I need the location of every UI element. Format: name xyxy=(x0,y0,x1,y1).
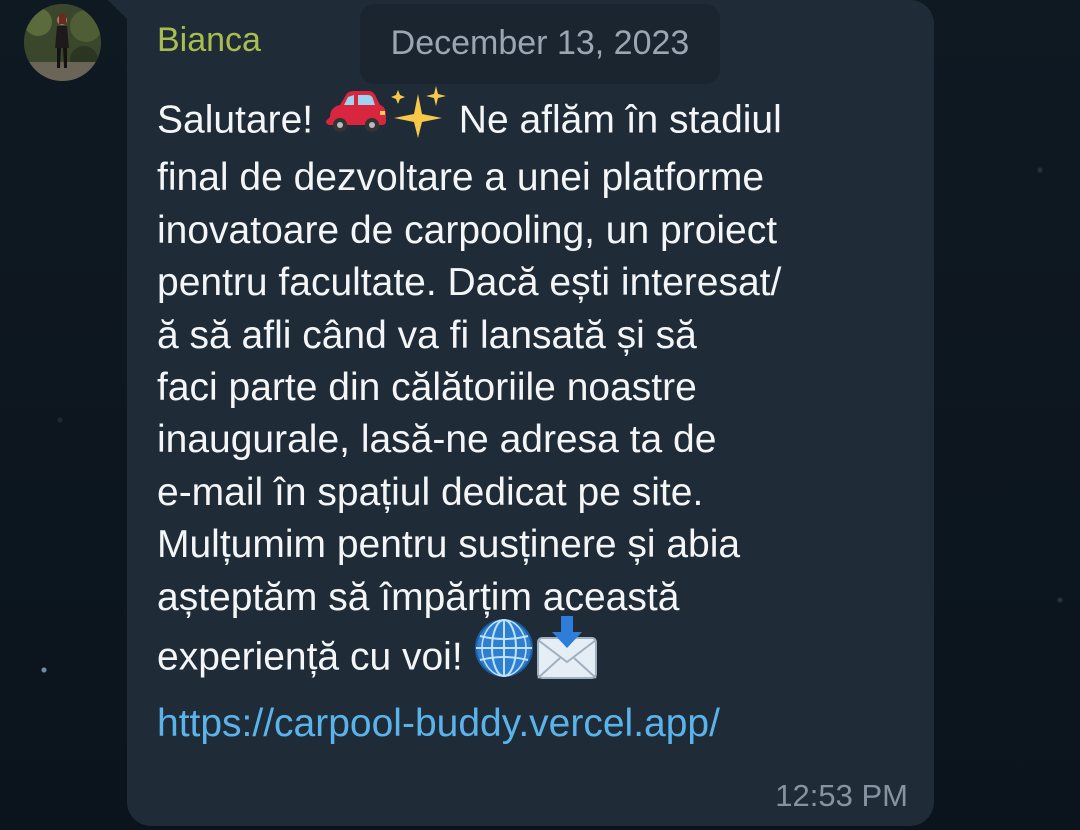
date-label: December 13, 2023 xyxy=(390,23,690,62)
message-line-last: experiență cu voi! xyxy=(157,616,917,694)
avatar-photo xyxy=(24,4,101,81)
message-line: e-mail în spațiul dedicat pe site. xyxy=(157,470,704,514)
message-line-1: Salutare! Ne aflăm în stadiul xyxy=(157,86,917,152)
message-line: Mulțumim pentru susținere și abia xyxy=(157,523,741,567)
globe-icon xyxy=(474,618,534,692)
message-timestamp: 12:53 PM xyxy=(775,778,908,813)
message-line: ă să afli când va fi lansată și să xyxy=(157,313,697,357)
message-link[interactable]: https://carpool-buddy.vercel.app/ xyxy=(157,698,917,750)
message-line-text: Salutare! xyxy=(157,98,314,142)
message-line: pentru facultate. Dacă ești interesat/ xyxy=(157,261,782,305)
avatar[interactable] xyxy=(24,4,101,81)
inbox-envelope-icon xyxy=(534,616,600,694)
message-line: inovatoare de carpooling, un proiect xyxy=(157,208,778,252)
message-line: inaugurale, lasă-ne adresa ta de xyxy=(157,418,717,462)
message-line: faci parte din călătoriile noastre xyxy=(157,366,697,410)
message-line-text: Ne aflăm în stadiul xyxy=(458,98,782,142)
message-line: final de dezvoltare a unei platforme xyxy=(157,156,765,200)
sparkles-icon xyxy=(388,84,448,152)
message-line-text: experiență cu voi! xyxy=(157,635,463,679)
message-text: Salutare! Ne aflăm în stadiul final de d… xyxy=(157,86,917,751)
red-car-icon xyxy=(324,89,388,147)
date-badge: December 13, 2023 xyxy=(360,4,720,84)
sender-name[interactable]: Bianca xyxy=(157,20,261,60)
